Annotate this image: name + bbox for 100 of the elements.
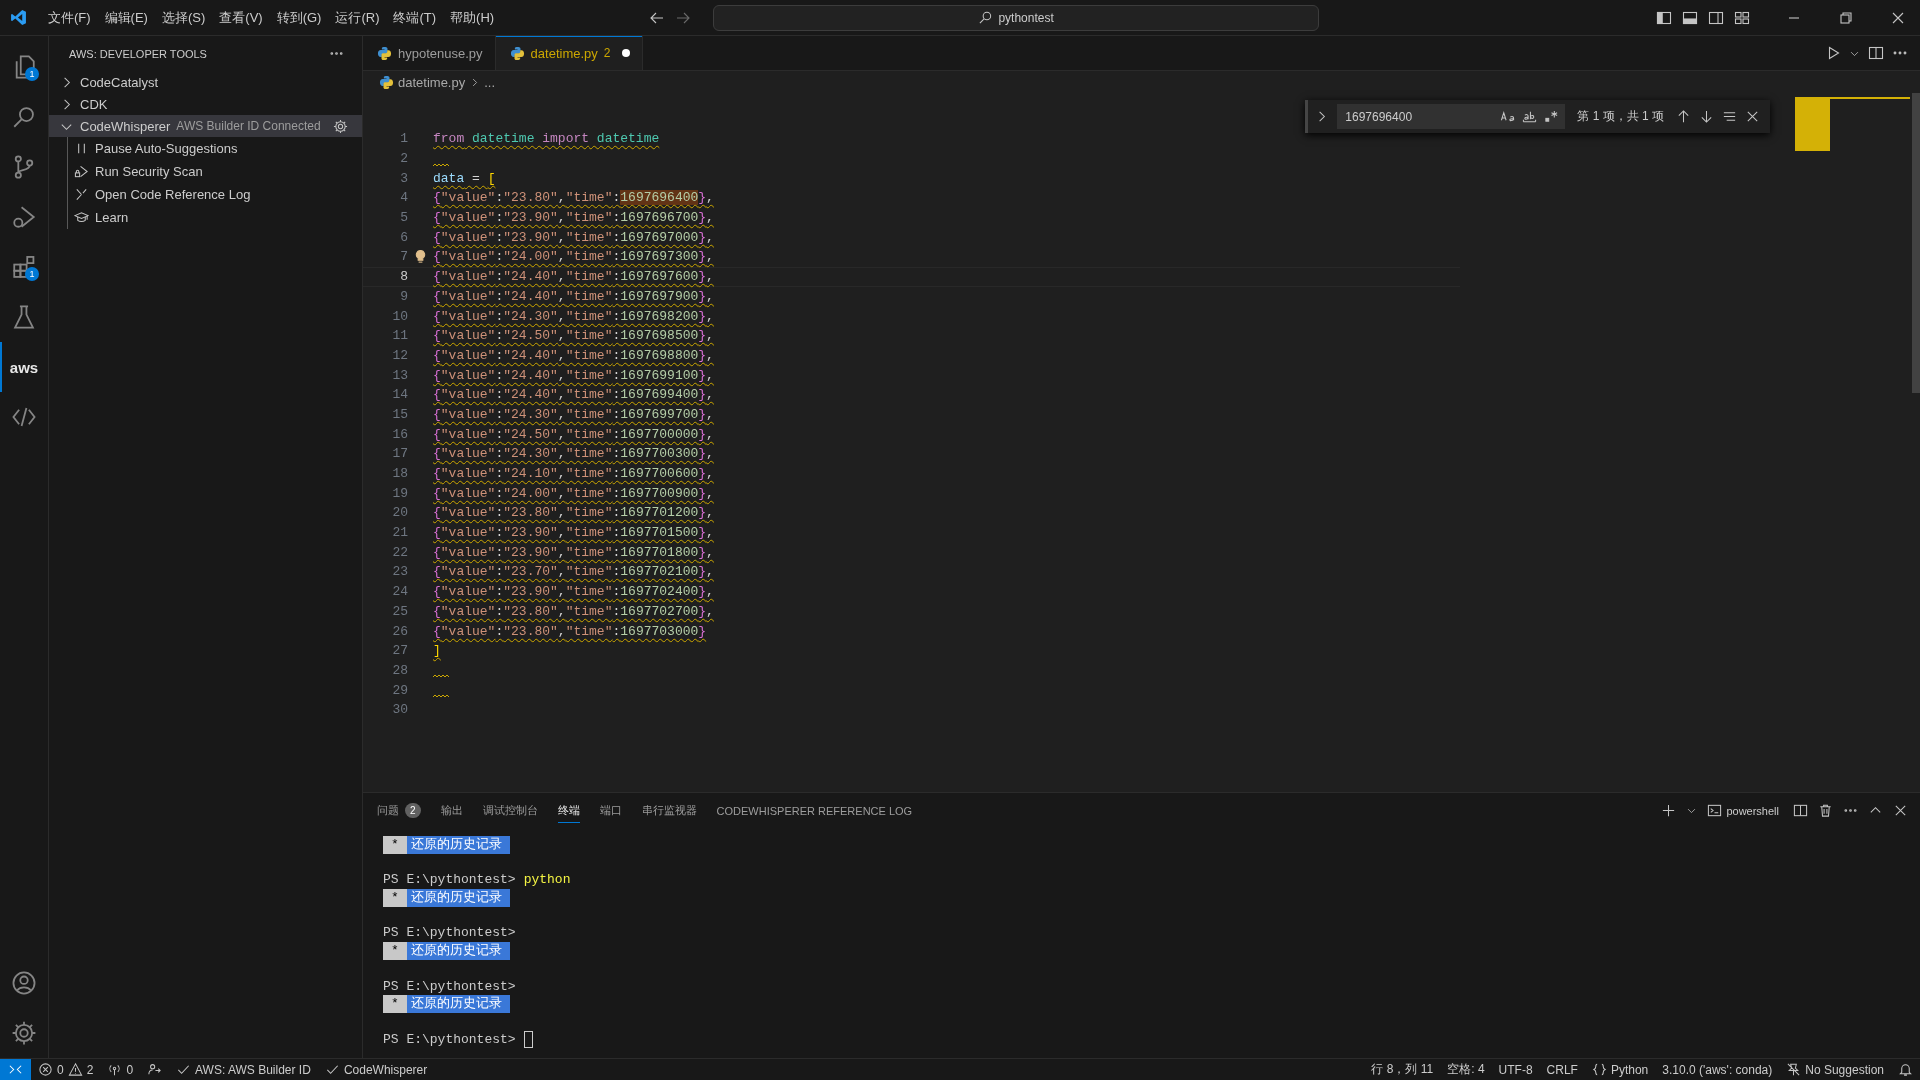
- menu-item[interactable]: 转到(G): [269, 8, 329, 27]
- status-item[interactable]: No Suggestion: [1779, 1059, 1891, 1080]
- line-number: 3: [399, 170, 408, 186]
- line-number: 12: [391, 347, 408, 363]
- panel-tab[interactable]: 串行监视器: [641, 798, 697, 823]
- split-editor-icon[interactable]: [1868, 45, 1884, 61]
- tree-item[interactable]: CodeWhisperer AWS Builder ID Connected: [49, 115, 362, 137]
- line-number: 1: [399, 131, 408, 147]
- status-item[interactable]: UTF-8: [1491, 1059, 1540, 1080]
- code-line: {"value":"23.90","time":1697701800},: [433, 544, 714, 560]
- code-line: data = [: [433, 170, 496, 186]
- code-line: {"value":"23.80","time":1697701200},: [433, 505, 714, 521]
- aws-logo[interactable]: aws: [9, 358, 39, 376]
- menu-item[interactable]: 文件(F): [41, 8, 98, 27]
- line-number: 8: [399, 269, 408, 285]
- code-line: {"value":"23.80","time":1697696400},: [433, 190, 714, 206]
- editor-tab[interactable]: hypotenuse.py: [363, 36, 496, 70]
- code-line: ]: [433, 643, 441, 659]
- flask-icon[interactable]: [11, 304, 37, 330]
- line-number: 5: [399, 210, 408, 226]
- line-number: 20: [391, 505, 408, 521]
- code-line: {"value":"24.50","time":1697698500},: [433, 328, 714, 344]
- breadcrumb-item[interactable]: datetime.py: [398, 74, 466, 90]
- tree-item[interactable]: Pause Auto-Suggestions: [68, 137, 362, 160]
- status-item[interactable]: Python: [1584, 1059, 1656, 1080]
- new-terminal-icon[interactable]: [1661, 803, 1677, 818]
- tree-item[interactable]: Run Security Scan: [68, 160, 362, 183]
- history-label: 还原的历史记录: [406, 836, 510, 854]
- toggle-secondary-sidebar-icon[interactable]: [1708, 9, 1724, 26]
- status-item[interactable]: 3.10.0 ('aws': conda): [1655, 1059, 1780, 1080]
- python-file-icon: [379, 74, 394, 90]
- line-number: 28: [391, 662, 408, 678]
- panel-tab[interactable]: 端口: [599, 798, 622, 823]
- line-number: 19: [391, 485, 408, 501]
- line-number: 15: [391, 406, 408, 422]
- problems-indicator[interactable]: 0 2: [31, 1059, 101, 1080]
- panel-tab[interactable]: 问题 2: [377, 798, 421, 823]
- tree-item[interactable]: CodeCatalyst: [49, 71, 362, 93]
- restore-icon[interactable]: [1838, 9, 1854, 26]
- code-line: {"value":"24.10","time":1697700600},: [433, 466, 714, 482]
- status-item[interactable]: 行 8，列 11: [1364, 1059, 1441, 1080]
- status-item[interactable]: CRLF: [1539, 1059, 1585, 1080]
- code-line: {"value":"24.00","time":1697697300},: [433, 249, 714, 265]
- close-icon[interactable]: [1893, 803, 1908, 818]
- split-terminal-icon[interactable]: [1793, 803, 1808, 818]
- line-number: 27: [391, 643, 408, 659]
- extensions-icon[interactable]: [11, 254, 37, 280]
- panel-tab[interactable]: 终端: [557, 798, 580, 823]
- line-number: 29: [391, 682, 408, 698]
- command-search-field[interactable]: pythontest: [713, 4, 1320, 31]
- lightbulb-icon[interactable]: [413, 249, 428, 265]
- status-item[interactable]: 0: [100, 1059, 141, 1080]
- menu-item[interactable]: 查看(V): [212, 8, 270, 27]
- line-number: 17: [391, 446, 408, 462]
- notification-badge: 1: [25, 67, 39, 81]
- menu-item[interactable]: 选择(S): [154, 8, 213, 27]
- panel-tab[interactable]: CODEWHISPERER REFERENCE LOG: [716, 798, 913, 823]
- breadcrumb-item[interactable]: ...: [484, 74, 496, 90]
- remote-indicator[interactable]: [0, 1059, 31, 1080]
- status-item[interactable]: AWS: AWS Builder ID: [169, 1059, 318, 1080]
- settings-icon[interactable]: [11, 1020, 37, 1046]
- settings-icon[interactable]: [333, 118, 348, 134]
- tree-item[interactable]: CDK: [49, 93, 362, 115]
- trash-icon[interactable]: [1818, 803, 1833, 818]
- previous-match-icon[interactable]: [1676, 109, 1691, 124]
- history-marker: *: [383, 889, 407, 907]
- scrollbar-thumb[interactable]: [1912, 93, 1920, 393]
- remote-icon: [8, 1062, 23, 1077]
- menu-item[interactable]: 帮助(H): [443, 8, 502, 27]
- layout-grid-icon[interactable]: [1734, 9, 1750, 26]
- code-line: {"value":"23.90","time":1697697000},: [433, 229, 714, 245]
- terminal-profile[interactable]: powershell: [1707, 803, 1779, 818]
- find-input-field[interactable]: 1697696400: [1337, 104, 1566, 129]
- panel-tab[interactable]: 输出: [440, 798, 463, 823]
- python-file-icon: [509, 45, 525, 61]
- menu-item[interactable]: 运行(R): [328, 8, 387, 27]
- tree-item[interactable]: Open Code Reference Log: [68, 183, 362, 206]
- panel-tab[interactable]: 调试控制台: [482, 798, 538, 823]
- graduation-cap-icon: [74, 210, 89, 225]
- run-debug-icon[interactable]: [11, 204, 37, 230]
- status-item[interactable]: 空格: 4: [1440, 1059, 1492, 1080]
- terminal-icon: [1707, 803, 1723, 818]
- code-line: {"value":"24.40","time":1697698800},: [433, 347, 714, 363]
- menu-item[interactable]: 终端(T): [386, 8, 444, 27]
- status-item[interactable]: CodeWhisperer: [317, 1059, 435, 1080]
- toggle-panel-icon[interactable]: [1682, 9, 1698, 26]
- person-arrow-icon: [147, 1062, 163, 1077]
- history-marker: *: [383, 942, 407, 960]
- line-number: 9: [399, 288, 408, 304]
- tree-item[interactable]: Learn: [68, 206, 362, 229]
- line-number: 6: [399, 229, 408, 245]
- next-match-icon[interactable]: [1699, 109, 1714, 124]
- find-in-selection-icon[interactable]: [1722, 109, 1737, 124]
- close-icon[interactable]: [1745, 109, 1760, 124]
- menu-item[interactable]: 编辑(E): [97, 8, 155, 27]
- account-icon[interactable]: [11, 970, 37, 996]
- search-icon[interactable]: [11, 104, 37, 130]
- search-icon: [978, 10, 994, 25]
- editor-tab[interactable]: datetime.py 2: [495, 36, 644, 70]
- toggle-sidebar-icon[interactable]: [1656, 9, 1672, 26]
